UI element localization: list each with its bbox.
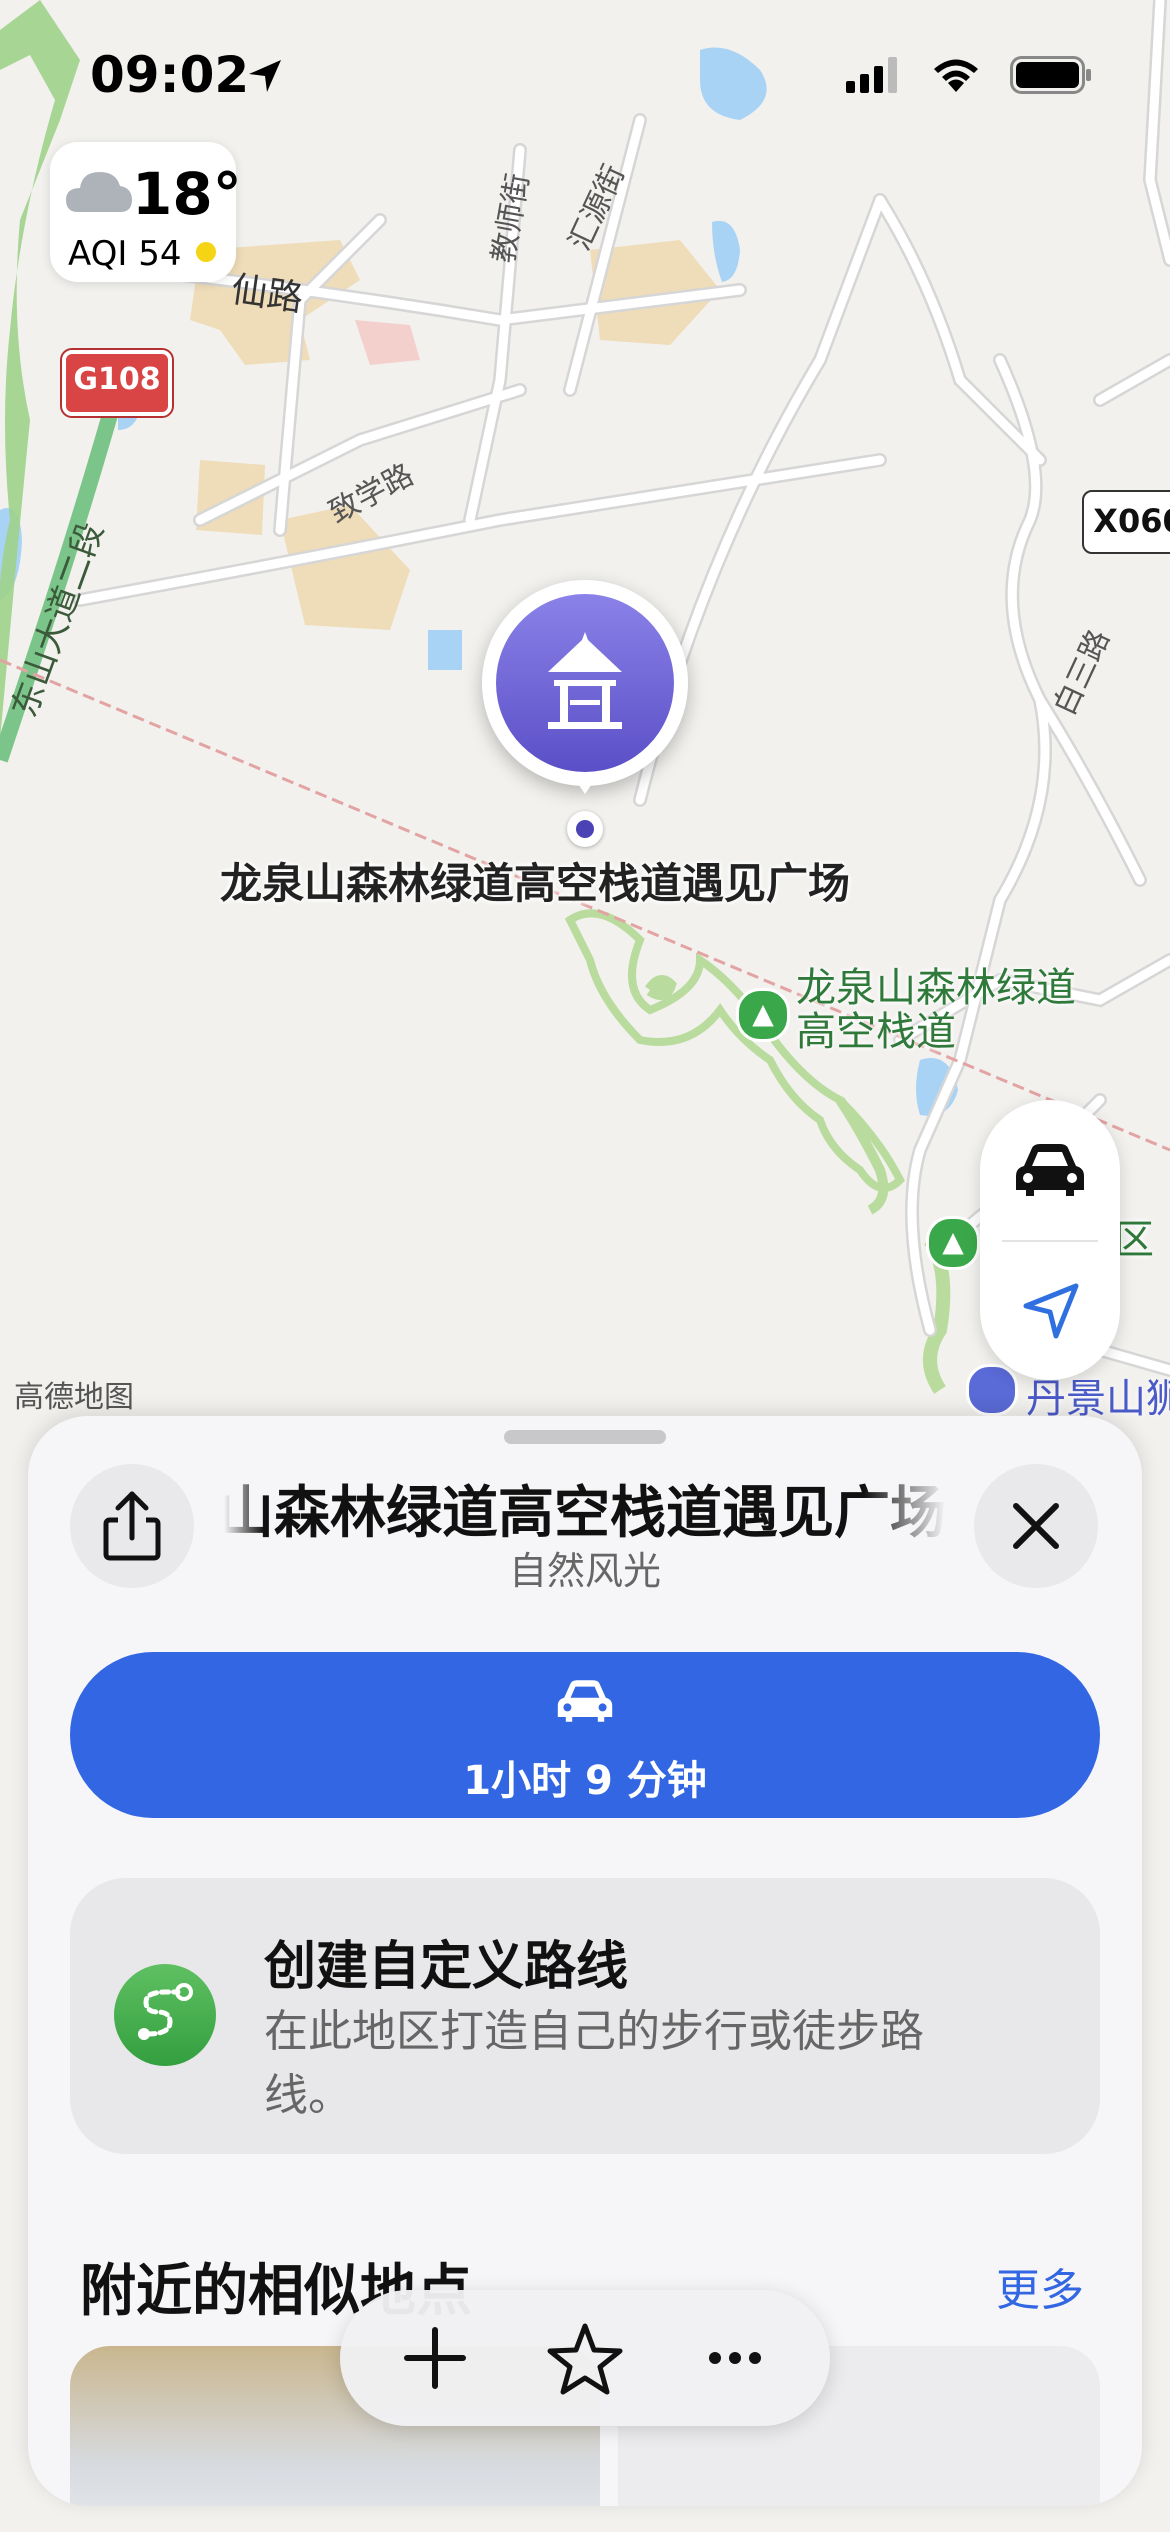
route-shield-g108: G108 (62, 350, 172, 416)
map-attribution: 高德地图 (14, 1380, 134, 1415)
locate-me-button[interactable] (1020, 1280, 1082, 1346)
selected-place-label[interactable]: 龙泉山森林绿道高空栈道遇见广场 (220, 850, 850, 911)
poi-trail-label[interactable]: 龙泉山森林绿道高空栈道 (796, 966, 1086, 1054)
nearby-more-link[interactable]: 更多 (996, 2254, 1084, 2318)
map-controls (980, 1100, 1120, 1380)
controls-divider (1002, 1240, 1098, 1242)
weather-aqi: AQI 54 (68, 234, 182, 274)
battery-icon (1010, 56, 1091, 94)
car-icon (557, 1680, 613, 1722)
place-location-dot (567, 811, 603, 847)
route-shield-x060: X060 (1082, 490, 1170, 554)
sheet-title: 龙泉山森林绿道高空栈道遇见广场 (224, 1468, 946, 1549)
tree-icon[interactable]: ▲ (926, 1216, 980, 1270)
signal-icon (846, 57, 897, 93)
location-arrow-icon (249, 60, 281, 92)
road-label-xianlu: 仙路 (228, 269, 306, 320)
wifi-icon (934, 59, 978, 92)
tree-icon[interactable]: ▲ (736, 988, 790, 1042)
favorite-button[interactable] (510, 2290, 660, 2426)
weather-widget[interactable]: 18° AQI 54 (50, 142, 242, 282)
route-icon (114, 1964, 216, 2066)
aqi-indicator-dot (196, 242, 216, 262)
sheet-grabber[interactable] (504, 1430, 666, 1444)
cloud-icon (66, 172, 132, 212)
status-time: 09:02 (90, 46, 250, 104)
transport-mode-button[interactable] (1010, 1138, 1090, 1206)
pavilion-icon (496, 594, 674, 772)
drive-directions-button[interactable]: 1小时 9 分钟 (70, 1652, 1100, 1818)
add-button[interactable] (360, 2290, 510, 2426)
weather-temperature: 18° (132, 160, 242, 228)
navigation-icon (1023, 1283, 1079, 1339)
plus-icon (404, 2327, 466, 2389)
place-action-bar (340, 2290, 830, 2426)
create-custom-route-card[interactable]: 创建自定义路线 在此地区打造自己的步行或徒步路线。 (70, 1878, 1100, 2154)
close-icon (1013, 1503, 1059, 1549)
selected-place-pin[interactable] (482, 580, 688, 794)
star-icon (547, 2323, 623, 2395)
custom-route-description: 在此地区打造自己的步行或徒步路线。 (264, 2006, 924, 2121)
custom-route-title: 创建自定义路线 (264, 1937, 629, 1997)
status-indicators (846, 56, 1092, 94)
ellipsis-icon (709, 2352, 761, 2364)
landmark-icon[interactable] (966, 1364, 1018, 1416)
drive-time-label: 1小时 9 分钟 (463, 1758, 707, 1804)
car-icon (1016, 1144, 1084, 1196)
close-button[interactable] (974, 1464, 1098, 1588)
poi-scenic-label[interactable]: 区 (1114, 1218, 1154, 1262)
status-bar: 09:02 (0, 0, 1170, 150)
pin-tail (570, 772, 600, 794)
more-options-button[interactable] (660, 2290, 810, 2426)
sheet-title-text: 龙泉山森林绿道高空栈道遇见广场 (224, 1481, 946, 1546)
